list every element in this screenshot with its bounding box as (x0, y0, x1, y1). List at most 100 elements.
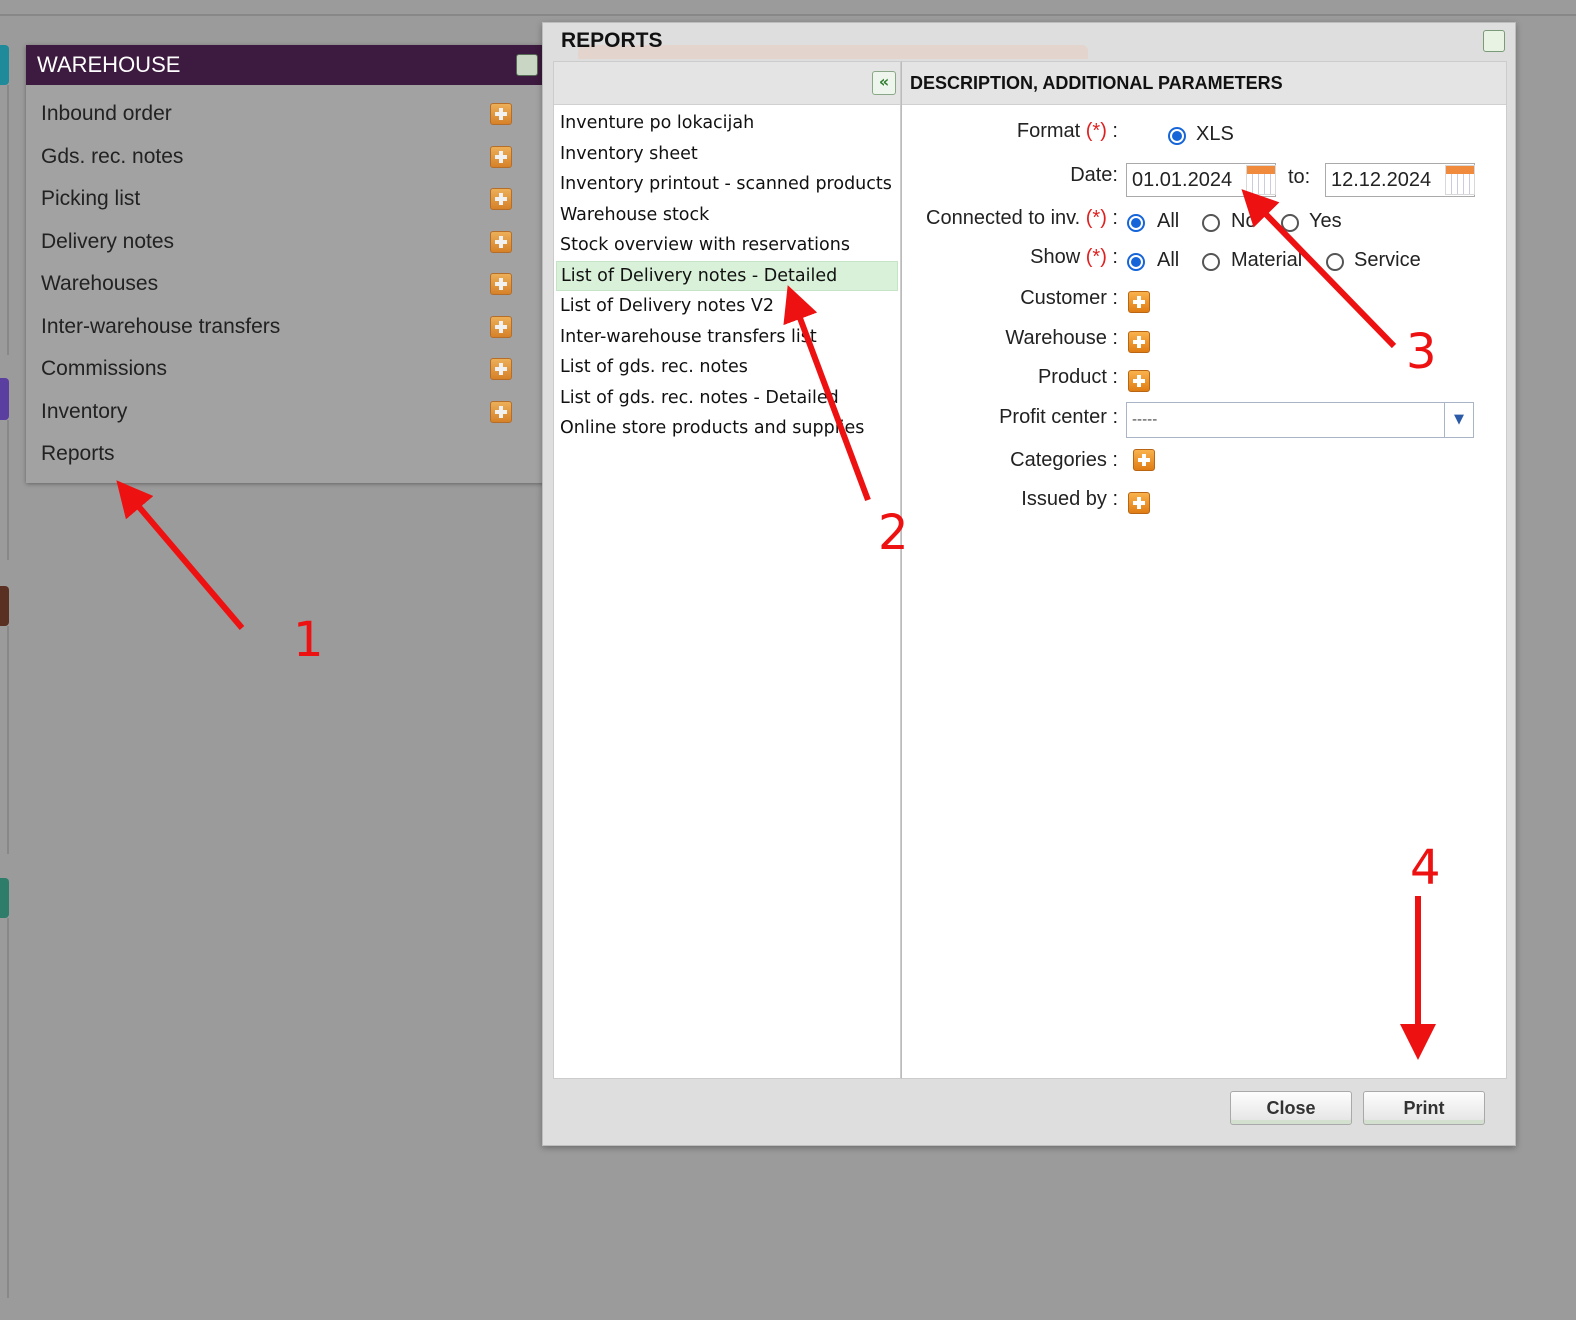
report-list-pane: « Inventure po lokacijah Inventory sheet… (553, 61, 901, 1079)
connected-option-no: No (1231, 210, 1257, 232)
warehouse-menu-item-picking-list[interactable]: Picking list (26, 178, 546, 221)
menu-item-label: Inbound order (41, 102, 172, 125)
menu-item-label: Reports (41, 442, 115, 465)
add-icon[interactable] (490, 230, 512, 253)
parameters-pane: DESCRIPTION, ADDITIONAL PARAMETERS Forma… (901, 61, 1507, 1079)
add-customer-icon[interactable] (1128, 291, 1150, 313)
add-issuer-icon[interactable] (1128, 492, 1150, 514)
close-icon[interactable] (516, 54, 538, 76)
format-label: Format (*) : (1016, 120, 1118, 142)
format-radio-xls[interactable] (1168, 127, 1186, 145)
annotation-number-2: 2 (878, 505, 909, 561)
connected-label: Connected to inv. (*) : (926, 207, 1118, 229)
report-list-item[interactable]: Inventory sheet (556, 139, 898, 170)
chevron-down-icon[interactable]: ▼ (1444, 403, 1473, 437)
side-tab-brown[interactable] (0, 586, 9, 626)
collapse-left-icon[interactable]: « (872, 71, 896, 95)
issued-by-row: Issued by : (902, 488, 1118, 518)
categories-label: Categories : (1010, 449, 1118, 471)
dialog-title: REPORTS (561, 29, 663, 52)
parameters-header: DESCRIPTION, ADDITIONAL PARAMETERS (902, 62, 1506, 105)
report-list-item[interactable]: Warehouse stock (556, 200, 898, 231)
show-radio-service[interactable] (1326, 253, 1344, 271)
report-list-header: « (554, 62, 900, 105)
show-radio-all[interactable] (1127, 253, 1145, 271)
report-list-item[interactable]: List of Delivery notes V2 (556, 291, 898, 322)
connected-radio-yes[interactable] (1281, 214, 1299, 232)
report-list-item[interactable]: List of gds. rec. notes (556, 352, 898, 383)
warehouse-menu-item-inventory[interactable]: Inventory (26, 391, 546, 434)
product-label: Product : (1037, 366, 1118, 388)
close-button[interactable]: Close (1230, 1091, 1352, 1125)
show-option-service: Service (1354, 249, 1421, 271)
menu-item-label: Warehouses (41, 272, 159, 295)
print-button[interactable]: Print (1363, 1091, 1485, 1125)
annotation-number-4: 4 (1410, 840, 1441, 896)
report-list-item[interactable]: Inter-warehouse transfers list (556, 322, 898, 353)
add-product-icon[interactable] (1128, 370, 1150, 392)
report-list-item[interactable]: List of gds. rec. notes - Detailed (556, 383, 898, 414)
add-icon[interactable] (490, 145, 512, 168)
report-list-item[interactable]: Inventure po lokacijah (556, 108, 898, 139)
report-list-item-selected[interactable]: List of Delivery notes - Detailed (556, 260, 898, 291)
date-to-label: to: (1288, 166, 1311, 188)
connected-radio-all[interactable] (1127, 214, 1145, 232)
warehouse-label: Warehouse : (1005, 327, 1118, 349)
menu-item-label: Picking list (41, 187, 141, 210)
add-icon[interactable] (490, 400, 512, 423)
report-list-item[interactable]: Stock overview with reservations (556, 230, 898, 261)
warehouse-panel-header: WAREHOUSE (26, 45, 546, 85)
connected-option-all: All (1157, 210, 1180, 232)
add-icon[interactable] (490, 103, 512, 125)
menu-item-label: Delivery notes (41, 229, 175, 253)
menu-item-label: Gds. rec. notes (41, 144, 184, 168)
calendar-icon[interactable] (1246, 165, 1276, 195)
product-row: Product : (902, 366, 1118, 396)
top-divider (0, 14, 1576, 16)
warehouse-menu-item-gds-rec-notes[interactable]: Gds. rec. notes (26, 136, 546, 179)
side-tab-green[interactable] (0, 878, 9, 918)
calendar-icon[interactable] (1445, 165, 1475, 195)
date-row: Date: (902, 164, 1118, 194)
profit-center-value: ----- (1132, 412, 1158, 428)
connected-radio-no[interactable] (1202, 214, 1220, 232)
menu-item-label: Inventory (41, 399, 128, 423)
warehouse-menu-item-reports[interactable]: Reports (26, 433, 546, 476)
report-list: Inventure po lokacijah Inventory sheet I… (554, 105, 900, 444)
annotation-arrow-1 (116, 480, 245, 630)
issued-by-label: Issued by : (1021, 488, 1118, 510)
side-divider (7, 918, 9, 1298)
add-icon[interactable] (490, 188, 512, 210)
reports-dialog: REPORTS « Inventure po lokacijah Invento… (542, 22, 1516, 1146)
show-label: Show (*) : (1030, 246, 1118, 268)
warehouse-menu-item-commissions[interactable]: Commissions (26, 348, 546, 391)
connected-option-yes: Yes (1309, 210, 1342, 232)
report-list-item[interactable]: Inventory printout - scanned products (556, 169, 898, 200)
warehouse-menu-item-warehouses[interactable]: Warehouses (26, 263, 546, 306)
show-option-material: Material (1231, 249, 1303, 271)
warehouse-menu-item-inbound-order[interactable]: Inbound order (26, 93, 546, 136)
profit-center-row: Profit center : (902, 406, 1118, 436)
profit-center-select[interactable]: ----- ▼ (1126, 402, 1474, 438)
add-category-icon[interactable] (1133, 449, 1155, 471)
add-icon[interactable] (490, 273, 512, 295)
warehouse-panel: WAREHOUSE Inbound order Gds. rec. notes … (26, 45, 546, 483)
close-icon[interactable] (1483, 30, 1505, 52)
customer-label: Customer : (1020, 287, 1118, 309)
warehouse-panel-title: WAREHOUSE (37, 52, 181, 77)
connected-row: Connected to inv. (*) : (902, 207, 1118, 237)
side-tab-teal[interactable] (0, 45, 9, 85)
show-option-all: All (1157, 249, 1180, 271)
report-list-item[interactable]: Online store products and supplies (556, 413, 898, 444)
side-tab-purple[interactable] (0, 378, 9, 420)
date-label: Date: (1070, 164, 1118, 186)
add-warehouse-icon[interactable] (1128, 331, 1150, 353)
menu-item-label: Inter-warehouse transfers (41, 314, 281, 338)
show-radio-material[interactable] (1202, 253, 1220, 271)
warehouse-menu-item-delivery-notes[interactable]: Delivery notes (26, 221, 546, 264)
menu-item-label: Commissions (41, 357, 168, 380)
warehouse-menu-item-inter-warehouse-transfers[interactable]: Inter-warehouse transfers (26, 306, 546, 349)
annotation-number-3: 3 (1406, 324, 1437, 380)
add-icon[interactable] (490, 315, 512, 338)
add-icon[interactable] (490, 358, 512, 380)
